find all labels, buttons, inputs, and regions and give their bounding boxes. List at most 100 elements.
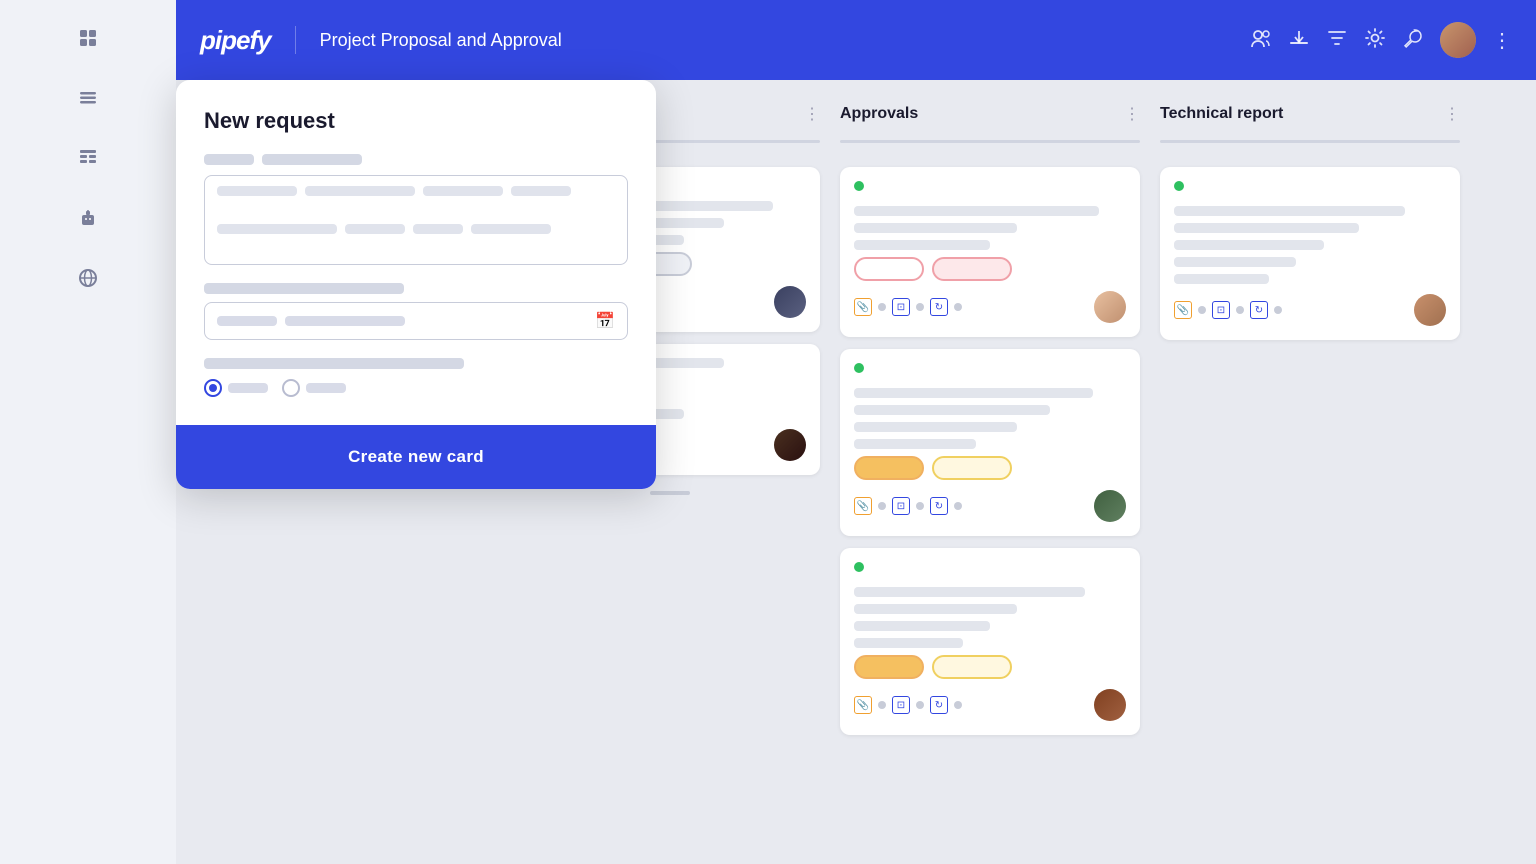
card-technical-1[interactable]: 📎 ⊡ ↻ — [1160, 167, 1460, 340]
icon-refresh-a3[interactable]: ↻ — [930, 696, 948, 714]
ta-skel5 — [217, 224, 337, 234]
dot-a8 — [916, 701, 924, 709]
card-skeleton-line — [854, 422, 1017, 432]
card-tags-approvals-1 — [854, 257, 1126, 281]
icon-copy-t1[interactable]: ⊡ — [1212, 301, 1230, 319]
card-tag-yellow2[interactable] — [932, 655, 1012, 679]
column-title-technical-report: Technical report — [1160, 105, 1434, 123]
icon-copy-a2[interactable]: ⊡ — [892, 497, 910, 515]
card-skeleton-line — [854, 405, 1050, 415]
sidebar-item-globe[interactable] — [70, 260, 106, 296]
modal-date-field[interactable]: 📅 — [204, 302, 628, 340]
icon-copy-a1[interactable]: ⊡ — [892, 298, 910, 316]
column-header-technical-report: Technical report ⋮ — [1160, 104, 1460, 124]
card-tag-orange2[interactable] — [854, 655, 924, 679]
card-footer-technical-1: 📎 ⊡ ↻ — [1174, 294, 1446, 326]
card-skeleton-line — [854, 638, 963, 648]
date-field-inner — [217, 316, 595, 326]
field1-label-skel2 — [262, 154, 362, 165]
column-header-approvals: Approvals ⋮ — [840, 104, 1140, 124]
app-header: pipefy Project Proposal and Approval — [176, 0, 1536, 80]
field1-label — [204, 154, 628, 165]
card-assignee-avatar2 — [774, 286, 806, 318]
card-icons-approvals-3: 📎 ⊡ ↻ — [854, 696, 962, 714]
card-approvals-3[interactable]: 📎 ⊡ ↻ — [840, 548, 1140, 735]
card-skeleton-line — [1174, 206, 1405, 216]
icon-attach-a1[interactable]: 📎 — [854, 298, 872, 316]
radio-btn-1[interactable] — [204, 379, 222, 397]
logo: pipefy — [200, 25, 271, 56]
card-approvals-1[interactable]: 📎 ⊡ ↻ — [840, 167, 1140, 337]
avatar-approvals-3 — [1094, 689, 1126, 721]
dot-a3 — [954, 303, 962, 311]
icon-attach-t1[interactable]: 📎 — [1174, 301, 1192, 319]
dot-a5 — [916, 502, 924, 510]
header-actions: ⋮ — [1250, 22, 1512, 58]
radio-btn-2[interactable] — [282, 379, 300, 397]
radio-label-1 — [228, 383, 268, 393]
card-status-dot-green3 — [854, 562, 864, 572]
icon-attach-a3[interactable]: 📎 — [854, 696, 872, 714]
card-skeleton-line — [1174, 223, 1359, 233]
card-footer-approvals-1: 📎 ⊡ ↻ — [854, 291, 1126, 323]
create-card-button[interactable]: Create new card — [348, 447, 484, 467]
icon-copy-a3[interactable]: ⊡ — [892, 696, 910, 714]
card-tag-orange1[interactable] — [854, 456, 924, 480]
dot-a9 — [954, 701, 962, 709]
people-icon[interactable] — [1250, 27, 1272, 54]
icon-refresh-a2[interactable]: ↻ — [930, 497, 948, 515]
card-tag-pink-filled[interactable] — [932, 257, 1012, 281]
icon-refresh-a1[interactable]: ↻ — [930, 298, 948, 316]
column-approvals: Approvals ⋮ 📎 ⊡ — [840, 104, 1140, 840]
radio-option-1[interactable] — [204, 379, 268, 397]
user-avatar[interactable] — [1440, 22, 1476, 58]
card-tag-pink-outline[interactable] — [854, 257, 924, 281]
radio-option-2[interactable] — [282, 379, 346, 397]
card-approvals-2[interactable]: 📎 ⊡ ↻ — [840, 349, 1140, 536]
column-menu-approvals[interactable]: ⋮ — [1124, 104, 1140, 124]
ta-skel3 — [423, 186, 503, 196]
card-skeleton-line — [854, 604, 1017, 614]
card-tag-yellow1[interactable] — [932, 456, 1012, 480]
sidebar-item-table[interactable] — [70, 140, 106, 176]
column-title-approvals: Approvals — [840, 105, 1114, 123]
dot-t2 — [1236, 306, 1244, 314]
dot-a2 — [916, 303, 924, 311]
filter-icon[interactable] — [1326, 27, 1348, 54]
more-icon[interactable]: ⋮ — [1492, 28, 1512, 53]
sidebar-item-list[interactable] — [70, 80, 106, 116]
import-icon[interactable] — [1288, 27, 1310, 54]
card-skeleton-line — [854, 439, 976, 449]
sidebar-item-bot[interactable] — [70, 200, 106, 236]
icon-refresh-t1[interactable]: ↻ — [1250, 301, 1268, 319]
modal-overlay: New request — [176, 80, 656, 489]
settings-icon[interactable] — [1364, 27, 1386, 54]
modal-body: New request — [176, 80, 656, 425]
dot-t1 — [1198, 306, 1206, 314]
card-skeleton-line — [854, 587, 1085, 597]
column-menu-technical-report[interactable]: ⋮ — [1444, 104, 1460, 124]
dot-a6 — [954, 502, 962, 510]
column-menu-pending-data[interactable]: ⋮ — [804, 104, 820, 124]
card-status-dot-green — [854, 181, 864, 191]
card-status-dot-tr — [1174, 181, 1184, 191]
scroll-indicator — [650, 491, 690, 495]
radio-label-2 — [306, 383, 346, 393]
card-skeleton-line — [854, 240, 990, 250]
date-skel1 — [217, 316, 277, 326]
card-skeleton-line — [1174, 274, 1269, 284]
card-footer-approvals-3: 📎 ⊡ ↻ — [854, 689, 1126, 721]
card-assignee-avatar3 — [774, 429, 806, 461]
calendar-icon[interactable]: 📅 — [595, 311, 615, 331]
sidebar-item-grid[interactable] — [70, 20, 106, 56]
date-skel2 — [285, 316, 405, 326]
modal-title: New request — [204, 108, 628, 134]
dot-a1 — [878, 303, 886, 311]
sidebar — [0, 0, 176, 864]
modal-textarea[interactable] — [204, 175, 628, 265]
avatar-approvals-2 — [1094, 490, 1126, 522]
card-icons-technical-1: 📎 ⊡ ↻ — [1174, 301, 1282, 319]
modal-radio-group — [204, 379, 628, 397]
wrench-icon[interactable] — [1402, 27, 1424, 54]
icon-attach-a2[interactable]: 📎 — [854, 497, 872, 515]
